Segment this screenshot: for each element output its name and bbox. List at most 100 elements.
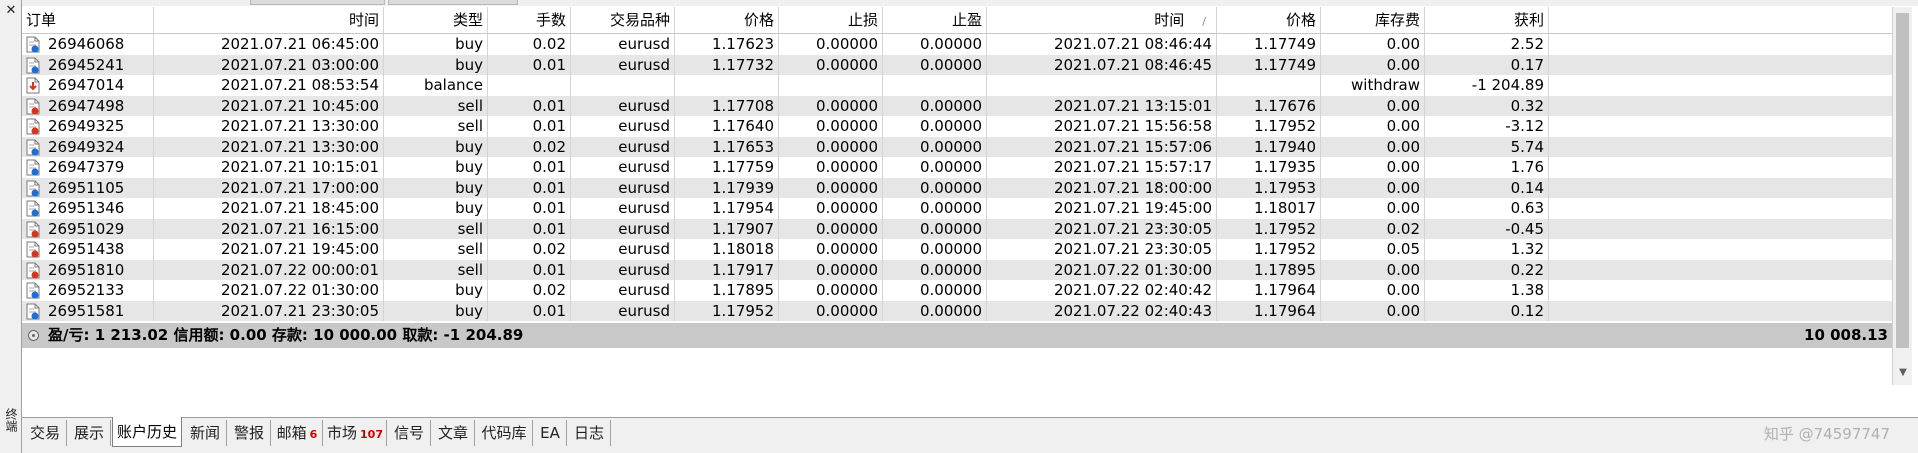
- column-sl-header[interactable]: 止损: [779, 7, 883, 33]
- sell-order-icon: [26, 118, 40, 135]
- table-row[interactable]: 26951105 2021.07.21 17:00:00 buy 0.01 eurusd…: [22, 177, 1892, 198]
- sell-order-icon: [26, 262, 40, 279]
- order-number: 26951346: [48, 199, 125, 217]
- column-lots-cell: 0.02: [488, 136, 571, 157]
- tab-11[interactable]: 日志: [568, 420, 611, 446]
- column-sl-cell: [779, 75, 883, 96]
- table-row[interactable]: 26947379 2021.07.21 10:15:01 buy 0.01 eurusd…: [22, 157, 1892, 178]
- column-swap-cell: 0.00: [1321, 34, 1425, 55]
- column-price-header[interactable]: 价格: [675, 7, 779, 33]
- column-tp-cell: 0.00000: [883, 157, 987, 178]
- tab-0[interactable]: 交易: [24, 420, 67, 446]
- column-order-cell: 26951810: [22, 259, 154, 280]
- column-close-price-cell: 1.17952: [1217, 116, 1321, 137]
- tab-label: 文章: [437, 424, 468, 442]
- column-time-header[interactable]: 时间: [154, 7, 384, 33]
- column-close-time-cell: 2021.07.21 13:15:01: [987, 95, 1217, 116]
- tab-6[interactable]: 市场 107: [324, 420, 387, 446]
- tab-label: EA: [540, 424, 560, 442]
- table-row[interactable]: 26951810 2021.07.22 00:00:01 sell 0.01 eurus…: [22, 259, 1892, 280]
- column-tp-header[interactable]: 止盈: [883, 7, 987, 33]
- order-number: 26952133: [48, 281, 125, 299]
- table-row[interactable]: 26945241 2021.07.21 03:00:00 buy 0.01 eurusd…: [22, 54, 1892, 75]
- tab-7[interactable]: 信号: [388, 420, 431, 446]
- column-close-time-header[interactable]: 时间 /: [987, 7, 1217, 33]
- column-price-cell: 1.17759: [675, 157, 779, 178]
- order-number: 26946068: [48, 35, 125, 53]
- tab-label: 账户历史: [116, 423, 177, 441]
- column-price-cell: 1.17732: [675, 54, 779, 75]
- table-row[interactable]: 26947498 2021.07.21 10:45:00 sell 0.01 eurus…: [22, 95, 1892, 116]
- column-tp-cell: 0.00000: [883, 95, 987, 116]
- column-sl-cell: 0.00000: [779, 300, 883, 321]
- column-type-header[interactable]: 类型: [384, 7, 488, 33]
- table-row[interactable]: 26949324 2021.07.21 13:30:00 buy 0.02 eurusd…: [22, 136, 1892, 157]
- column-close-price-cell: 1.17895: [1217, 259, 1321, 280]
- column-symbol-cell: eurusd: [571, 239, 675, 260]
- column-close-time-cell: 2021.07.21 15:57:17: [987, 157, 1217, 178]
- column-profit-cell: -1 204.89: [1425, 75, 1549, 96]
- top-strip-segment: [250, 0, 385, 5]
- column-profit-header[interactable]: 获利: [1425, 7, 1549, 33]
- column-lots-cell: 0.01: [488, 259, 571, 280]
- tab-3[interactable]: 新闻: [184, 420, 227, 446]
- scroll-down-arrow-icon[interactable]: ▼: [1897, 367, 1909, 379]
- sell-order-icon: [26, 241, 40, 258]
- top-strip: [0, 0, 1918, 6]
- table-row[interactable]: 26952133 2021.07.22 01:30:00 buy 0.02 eurusd…: [22, 280, 1892, 301]
- column-time-cell: 2021.07.21 08:53:54: [154, 75, 384, 96]
- column-symbol-cell: eurusd: [571, 177, 675, 198]
- vertical-scrollbar[interactable]: ▼: [1892, 7, 1912, 385]
- column-close-price-header[interactable]: 价格: [1217, 7, 1321, 33]
- close-icon[interactable]: ✕: [4, 4, 18, 18]
- column-order-header[interactable]: 订单: [22, 7, 154, 33]
- column-swap-cell: 0.00: [1321, 116, 1425, 137]
- column-lots-cell: 0.02: [488, 34, 571, 55]
- table-row[interactable]: 26951581 2021.07.21 23:30:05 buy 0.01 eurusd…: [22, 300, 1892, 321]
- column-profit-cell: 1.38: [1425, 280, 1549, 301]
- column-time-cell: 2021.07.21 06:45:00: [154, 34, 384, 55]
- column-close-time-cell: 2021.07.21 08:46:44: [987, 34, 1217, 55]
- column-lots-header[interactable]: 手数: [488, 7, 571, 33]
- buy-order-icon: [26, 57, 40, 74]
- column-symbol-header[interactable]: 交易品种: [571, 7, 675, 33]
- column-close-time-cell: 2021.07.21 15:57:06: [987, 136, 1217, 157]
- sort-indicator-icon: /: [1202, 15, 1206, 28]
- column-price-cell: [675, 75, 779, 96]
- scrollbar-thumb[interactable]: [1896, 13, 1909, 348]
- table-row[interactable]: 26951029 2021.07.21 16:15:00 sell 0.01 eurus…: [22, 218, 1892, 239]
- column-lots-cell: 0.01: [488, 116, 571, 137]
- tab-label: 交易: [29, 424, 60, 442]
- column-symbol-cell: eurusd: [571, 136, 675, 157]
- tab-8[interactable]: 文章: [432, 420, 475, 446]
- table-row[interactable]: 26951438 2021.07.21 19:45:00 sell 0.02 eurus…: [22, 239, 1892, 260]
- order-number: 26951810: [48, 260, 125, 279]
- tab-4[interactable]: 警报: [228, 420, 271, 446]
- column-time-cell: 2021.07.21 18:45:00: [154, 198, 384, 219]
- tab-1[interactable]: 展示: [68, 420, 111, 446]
- table-row[interactable]: 26947014 2021.07.21 08:53:54 balance withdr…: [22, 75, 1892, 96]
- table-row[interactable]: 26946068 2021.07.21 06:45:00 buy 0.02 eurusd…: [22, 34, 1892, 55]
- summary-balance: 10 008.13: [1804, 326, 1888, 344]
- column-type-header-label: 类型: [452, 11, 483, 29]
- table-row[interactable]: 26951346 2021.07.21 18:45:00 buy 0.01 eurusd…: [22, 198, 1892, 219]
- order-number: 26947379: [48, 158, 125, 176]
- tab-2[interactable]: 账户历史: [112, 417, 182, 447]
- column-sl-cell: 0.00000: [779, 116, 883, 137]
- column-type-cell: buy: [384, 34, 488, 55]
- column-close-price-cell: 1.17964: [1217, 280, 1321, 301]
- column-swap-cell: 0.00: [1321, 95, 1425, 116]
- column-profit-cell: 0.14: [1425, 177, 1549, 198]
- table-row[interactable]: 26949325 2021.07.21 13:30:00 sell 0.01 eurus…: [22, 116, 1892, 137]
- column-swap-header[interactable]: 库存费: [1321, 7, 1425, 33]
- column-symbol-cell: eurusd: [571, 95, 675, 116]
- tab-10[interactable]: EA: [534, 420, 567, 446]
- column-tp-cell: 0.00000: [883, 300, 987, 321]
- buy-order-icon: [26, 200, 40, 217]
- terminal-side-panel: ✕ 终端: [0, 0, 22, 453]
- column-order-cell: 26952133: [22, 280, 154, 301]
- column-lots-cell: 0.02: [488, 239, 571, 260]
- tab-5[interactable]: 邮箱 6: [272, 420, 323, 446]
- column-order-cell: 26951581: [22, 300, 154, 321]
- tab-9[interactable]: 代码库: [476, 420, 533, 446]
